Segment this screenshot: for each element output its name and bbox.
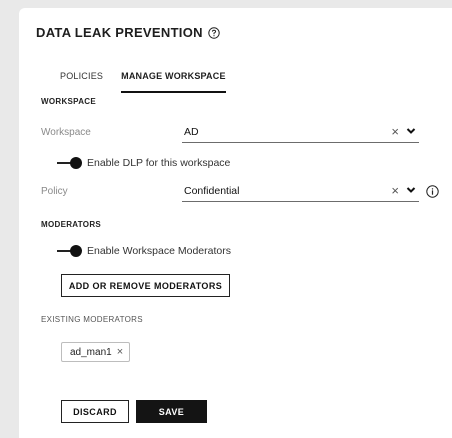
- policy-label: Policy: [41, 186, 68, 197]
- policy-value: Confidential: [184, 185, 240, 197]
- tab-bar: POLICIES MANAGE WORKSPACE: [60, 71, 226, 93]
- tab-policies[interactable]: POLICIES: [60, 71, 103, 93]
- info-circle-icon[interactable]: [426, 185, 439, 198]
- moderators-toggle-label: Enable Workspace Moderators: [87, 245, 231, 257]
- workspace-select[interactable]: AD ×: [182, 124, 419, 143]
- dlp-toggle-label: Enable DLP for this workspace: [87, 157, 231, 169]
- toggle-knob: [70, 157, 82, 169]
- close-icon[interactable]: ×: [391, 124, 399, 139]
- question-circle-icon[interactable]: [208, 26, 220, 39]
- close-icon[interactable]: ×: [117, 346, 123, 358]
- chevron-down-icon[interactable]: [406, 127, 416, 135]
- existing-moderators-heading: EXISTING MODERATORS: [41, 315, 143, 324]
- moderator-chip: ad_man1 ×: [61, 342, 131, 362]
- workspace-value: AD: [184, 126, 199, 138]
- dlp-toggle[interactable]: [57, 157, 83, 169]
- chevron-down-icon[interactable]: [406, 186, 416, 194]
- page-title: DATA LEAK PREVENTION: [36, 25, 203, 40]
- moderators-toggle[interactable]: [57, 245, 83, 257]
- workspace-label: Workspace: [41, 127, 91, 138]
- page-title-row: DATA LEAK PREVENTION: [36, 25, 220, 40]
- close-icon[interactable]: ×: [391, 183, 399, 198]
- moderator-chip-label: ad_man1: [70, 346, 112, 358]
- workspace-heading: WORKSPACE: [41, 97, 96, 106]
- save-button[interactable]: SAVE: [136, 400, 207, 423]
- moderators-heading: MODERATORS: [41, 220, 102, 229]
- discard-button[interactable]: DISCARD: [61, 400, 129, 423]
- toggle-knob: [70, 245, 82, 257]
- policy-select[interactable]: Confidential ×: [182, 183, 419, 202]
- tab-manage-workspace[interactable]: MANAGE WORKSPACE: [121, 71, 226, 93]
- add-remove-moderators-button[interactable]: ADD OR REMOVE MODERATORS: [61, 274, 230, 297]
